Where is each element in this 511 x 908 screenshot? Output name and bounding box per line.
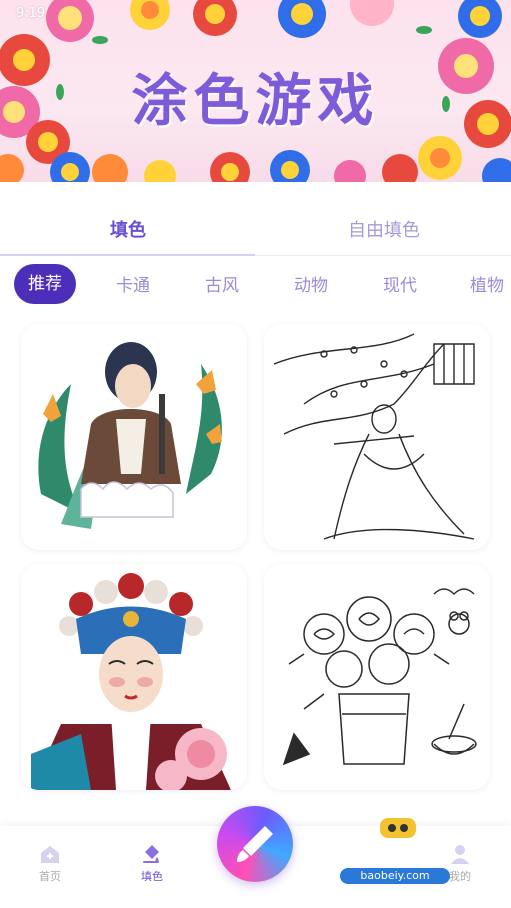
status-time: 9:19 bbox=[16, 6, 46, 21]
watermark-url: baobeiy.com bbox=[340, 868, 450, 884]
artwork-ancient-man bbox=[38, 342, 222, 529]
category-recommended[interactable]: 推荐 bbox=[14, 264, 76, 304]
site-watermark: 宝贝游戏网 baobeiy.com bbox=[333, 818, 484, 888]
banner-title: 涂色游戏 bbox=[131, 69, 380, 134]
tab-fill[interactable]: 填色 bbox=[28, 216, 228, 242]
create-brush-button[interactable] bbox=[217, 806, 293, 882]
hero-banner: 9:19 涂色游戏 bbox=[0, 0, 511, 182]
gallery-card-2[interactable] bbox=[264, 324, 490, 550]
tab-active-indicator bbox=[0, 254, 255, 256]
nav-home-label: 首页 bbox=[39, 870, 61, 883]
mode-tabs: 填色 自由填色 bbox=[0, 204, 511, 256]
artwork-plum-lady bbox=[273, 333, 475, 540]
nav-fill[interactable]: 填色 bbox=[122, 842, 182, 884]
artwork-rose-bouquet bbox=[282, 588, 477, 766]
category-bar: 推荐 卡通 古风 动物 现代 植物 bbox=[0, 262, 511, 306]
category-ancient[interactable]: 古风 bbox=[205, 271, 239, 296]
nav-fill-label: 填色 bbox=[141, 870, 163, 883]
nav-home[interactable]: 首页 bbox=[20, 842, 80, 884]
paint-bucket-icon bbox=[143, 845, 159, 863]
home-icon bbox=[41, 846, 59, 863]
category-plant[interactable]: 植物 bbox=[470, 271, 504, 296]
category-cartoon[interactable]: 卡通 bbox=[116, 271, 150, 296]
gallery-card-3[interactable] bbox=[21, 564, 247, 790]
artwork-opera-lady bbox=[31, 573, 231, 790]
gallery-card-4[interactable] bbox=[264, 564, 490, 790]
paintbrush-icon bbox=[237, 826, 273, 862]
gallery-card-1[interactable] bbox=[21, 324, 247, 550]
category-animal[interactable]: 动物 bbox=[294, 271, 328, 296]
category-modern[interactable]: 现代 bbox=[383, 271, 417, 296]
tab-free-fill[interactable]: 自由填色 bbox=[284, 216, 484, 242]
